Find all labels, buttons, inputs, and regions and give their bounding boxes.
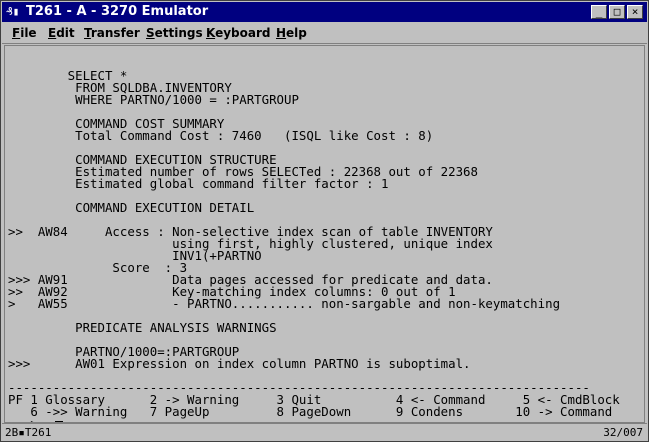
terminal-app-icon[interactable]: ₰▮ [6,5,22,19]
menu-transfer[interactable]: Transfer [84,25,140,41]
minimize-icon: _ [595,5,603,18]
screen-line: PREDICATE ANALYSIS WARNINGS [8,320,277,335]
screen-line: 6 ->> Warning 7 PageUp 8 PageDown 9 Cond… [8,404,613,419]
menu-settings[interactable]: Settings [146,25,203,41]
screen-line: Estimated global command filter factor :… [8,176,389,191]
menu-file[interactable]: File [12,25,37,41]
maximize-button[interactable]: □ [609,5,625,19]
session-status: 2B▪T261 [5,426,52,439]
screen-line: COMMAND EXECUTION DETAIL [8,200,255,215]
screen-line: > AW55 - PARTNO........... non-sargable … [8,296,561,311]
status-bar: 2B▪T261 32/007 [2,423,647,441]
maximize-icon: □ [613,5,621,18]
menu-bar: File Edit Transfer Settings Keyboard Hel… [2,23,647,44]
close-button[interactable]: × [627,5,643,19]
window-title: T261 - A - 3270 Emulator [26,4,209,19]
title-bar[interactable]: ₰▮ T261 - A - 3270 Emulator _ □ × [2,2,647,22]
terminal-screen[interactable]: SELECT * FROM SQLDBA.INVENTORY WHERE PAR… [4,45,645,423]
screen-line: Total Command Cost : 7460 (ISQL like Cos… [8,128,434,143]
menu-edit[interactable]: Edit [48,25,75,41]
menu-keyboard[interactable]: Keyboard [206,25,271,41]
minimize-button[interactable]: _ [591,5,607,19]
cursor-position: 32/007 [603,426,643,439]
emulator-window: ₰▮ T261 - A - 3270 Emulator _ □ × File E… [0,0,649,442]
menu-help[interactable]: Help [276,25,307,41]
close-icon: × [631,5,639,18]
screen-line: WHERE PARTNO/1000 = :PARTGROUP [8,92,299,107]
screen-line: >>> AW01 Expression on index column PART… [8,356,471,371]
